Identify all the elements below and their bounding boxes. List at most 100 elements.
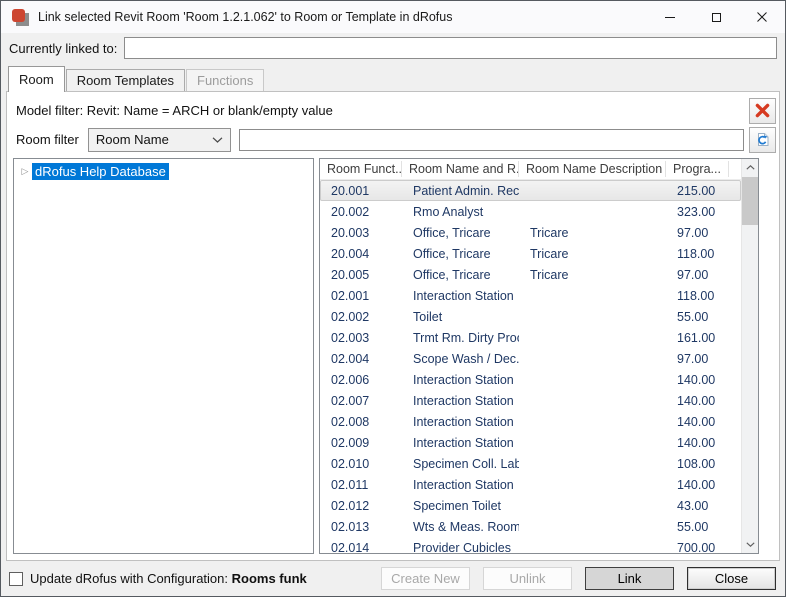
table-cell: Interaction Station — [402, 436, 519, 450]
scroll-up-button[interactable] — [742, 159, 758, 176]
model-filter-row: Model filter: Revit: Name = ARCH or blan… — [13, 97, 776, 124]
table-cell: Specimen Coll. Lab — [402, 457, 519, 471]
table-row[interactable]: 02.011Interaction Station140.00 — [320, 474, 741, 495]
table-cell: 02.004 — [320, 352, 402, 366]
room-filter-field-dropdown[interactable]: Room Name — [88, 128, 231, 152]
tab-room-templates[interactable]: Room Templates — [66, 69, 185, 91]
table-cell: Scope Wash / Dec... — [402, 352, 519, 366]
table-cell: Rmo Analyst — [402, 205, 519, 219]
table-cell: 02.003 — [320, 331, 402, 345]
column-header-room-name-and-r[interactable]: Room Name and R... — [402, 161, 519, 177]
currently-linked-label: Currently linked to: — [9, 41, 117, 56]
table-cell: 20.003 — [320, 226, 402, 240]
scroll-down-button[interactable] — [742, 536, 758, 553]
table-row[interactable]: 20.005Office, TricareTricare97.00 — [320, 264, 741, 285]
minimize-icon — [665, 17, 675, 18]
table-cell: Provider Cubicles — [402, 541, 519, 554]
table-row[interactable]: 02.006Interaction Station140.00 — [320, 369, 741, 390]
table-cell: Office, Tricare — [402, 226, 519, 240]
table-row[interactable]: 02.001Interaction Station118.00 — [320, 285, 741, 306]
table-cell: 108.00 — [666, 457, 729, 471]
room-tab-page: Model filter: Revit: Name = ARCH or blan… — [6, 91, 780, 561]
table-cell: 02.012 — [320, 499, 402, 513]
table-row[interactable]: 02.010Specimen Coll. Lab 108.00 — [320, 453, 741, 474]
update-configuration-checkbox[interactable] — [9, 572, 23, 586]
update-configuration-label: Update dRofus with Configuration: Rooms … — [30, 571, 307, 586]
table-cell: Office, Tricare — [402, 247, 519, 261]
scroll-thumb[interactable] — [742, 177, 759, 225]
table-cell: 161.00 — [666, 331, 729, 345]
vertical-scrollbar[interactable] — [741, 159, 758, 553]
update-configuration-label-text: Update dRofus with Configuration: — [30, 571, 232, 586]
table-row[interactable]: 20.004Office, TricareTricare118.00 — [320, 243, 741, 264]
column-header-room-name-description[interactable]: Room Name Description — [519, 161, 666, 177]
room-table: Room Funct...Room Name and R...Room Name… — [320, 159, 741, 553]
close-icon — [757, 12, 767, 22]
configuration-name: Rooms funk — [232, 571, 307, 586]
table-cell: Office, Tricare — [402, 268, 519, 282]
table-row[interactable]: 02.002Toilet55.00 — [320, 306, 741, 327]
table-cell: Interaction Station — [402, 394, 519, 408]
database-tree-panel[interactable]: ▷dRofus Help Database — [13, 158, 314, 554]
table-cell: 02.006 — [320, 373, 402, 387]
maximize-button[interactable] — [693, 1, 739, 33]
footer: Update dRofus with Configuration: Rooms … — [1, 561, 785, 596]
table-cell: 97.00 — [666, 352, 729, 366]
table-cell: 118.00 — [666, 247, 729, 261]
red-x-icon — [754, 102, 771, 119]
close-window-button[interactable] — [739, 1, 785, 33]
table-cell: 323.00 — [666, 205, 729, 219]
column-header-room-funct[interactable]: Room Funct... — [320, 161, 402, 177]
table-cell: 02.009 — [320, 436, 402, 450]
table-cell: 20.005 — [320, 268, 402, 282]
tree-expander-icon[interactable]: ▷ — [18, 166, 32, 177]
create-new-button[interactable]: Create New — [381, 567, 470, 590]
table-cell: 02.010 — [320, 457, 402, 471]
table-cell: Interaction Station — [402, 373, 519, 387]
table-row[interactable]: 02.014Provider Cubicles700.00 — [320, 537, 741, 553]
room-table-panel: Room Funct...Room Name and R...Room Name… — [319, 158, 759, 554]
table-row[interactable]: 02.009Interaction Station140.00 — [320, 432, 741, 453]
table-cell: 140.00 — [666, 394, 729, 408]
tab-room[interactable]: Room — [8, 66, 65, 92]
table-row[interactable]: 02.013Wts & Meas. Room55.00 — [320, 516, 741, 537]
room-filter-input[interactable] — [239, 129, 744, 151]
column-header-progra[interactable]: Progra... — [666, 161, 729, 177]
minimize-button[interactable] — [647, 1, 693, 33]
table-row[interactable]: 02.003Trmt Rm. Dirty Proc.161.00 — [320, 327, 741, 348]
table-cell: 55.00 — [666, 520, 729, 534]
table-row[interactable]: 02.004Scope Wash / Dec... 97.00 — [320, 348, 741, 369]
tab-strip: RoomRoom TemplatesFunctions — [6, 65, 780, 91]
table-row[interactable]: 20.003Office, TricareTricare97.00 — [320, 222, 741, 243]
table-row[interactable]: 20.001Patient Admin. Rec... 215.00 — [320, 180, 741, 201]
table-cell: 55.00 — [666, 310, 729, 324]
table-cell: 215.00 — [666, 184, 729, 198]
tab-functions[interactable]: Functions — [186, 69, 264, 91]
refresh-icon — [755, 132, 770, 147]
table-cell: 140.00 — [666, 478, 729, 492]
table-cell: 02.007 — [320, 394, 402, 408]
link-button[interactable]: Link — [585, 567, 674, 590]
clear-filter-button[interactable] — [749, 98, 776, 124]
table-row[interactable]: 02.007Interaction Station 140.00 — [320, 390, 741, 411]
close-button[interactable]: Close — [687, 567, 776, 590]
table-row[interactable]: 20.002Rmo Analyst323.00 — [320, 201, 741, 222]
window-title: Link selected Revit Room 'Room 1.2.1.062… — [38, 10, 647, 24]
table-row[interactable]: 02.008Interaction Station140.00 — [320, 411, 741, 432]
room-filter-row: Room filter Room Name — [13, 126, 776, 153]
table-cell: 02.011 — [320, 478, 402, 492]
table-header: Room Funct...Room Name and R...Room Name… — [320, 159, 741, 180]
scroll-track[interactable] — [742, 176, 758, 536]
currently-linked-input[interactable] — [124, 37, 777, 59]
room-filter-selected-option: Room Name — [96, 132, 169, 147]
unlink-button[interactable]: Unlink — [483, 567, 572, 590]
table-cell: Patient Admin. Rec... — [402, 184, 519, 198]
model-filter-text: Model filter: Revit: Name = ARCH or blan… — [13, 103, 749, 118]
table-cell: 700.00 — [666, 541, 729, 554]
table-cell: 20.001 — [320, 184, 402, 198]
tree-item[interactable]: ▷dRofus Help Database — [14, 163, 313, 180]
link-room-dialog: Link selected Revit Room 'Room 1.2.1.062… — [0, 0, 786, 597]
table-cell: Toilet — [402, 310, 519, 324]
table-row[interactable]: 02.012Specimen Toilet43.00 — [320, 495, 741, 516]
refresh-button[interactable] — [749, 127, 776, 153]
